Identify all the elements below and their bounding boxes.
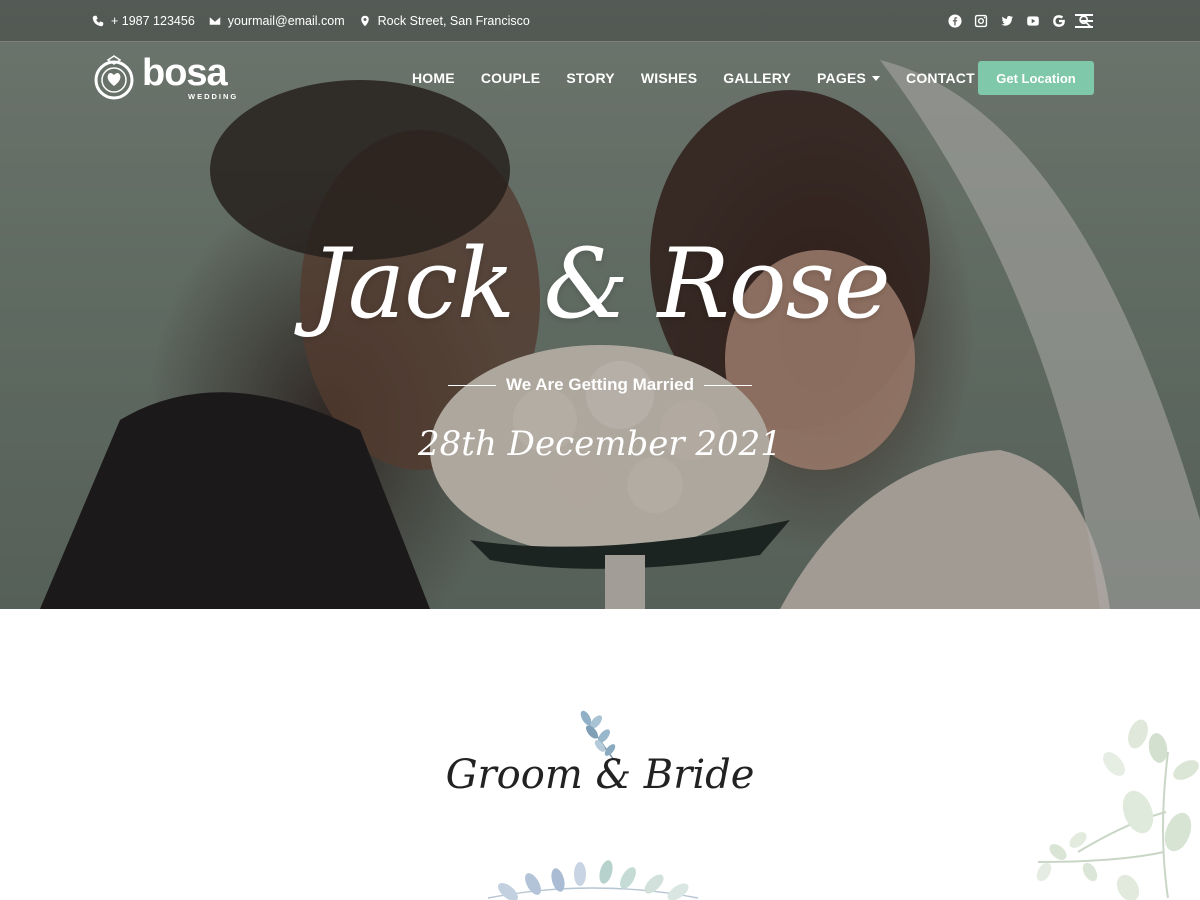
hero-subtitle-row: We Are Getting Married [0, 375, 1200, 395]
main-nav: HOME COUPLE STORY WISHES GALLERY PAGES C… [412, 70, 975, 86]
nav-story[interactable]: STORY [566, 70, 614, 86]
email-address: yourmail@email.com [227, 14, 345, 28]
hero-title: Jack & Rose [310, 228, 890, 340]
get-location-button[interactable]: Get Location [978, 61, 1094, 95]
instagram-icon[interactable] [973, 13, 988, 28]
logo-wordmark: bosa [142, 52, 228, 94]
street-address: Rock Street, San Francisco [377, 14, 530, 28]
hamburger-menu-icon[interactable] [1075, 14, 1093, 28]
leaf-garland-icon [487, 860, 699, 900]
nav-story-label: STORY [566, 70, 615, 86]
site-logo[interactable]: bosa WEDDING [92, 52, 236, 101]
nav-gallery[interactable]: GALLERY [723, 70, 791, 86]
divider-line [703, 384, 752, 386]
nav-home[interactable]: HOME [412, 70, 455, 86]
nav-contact[interactable]: CONTACT [906, 70, 975, 86]
youtube-icon[interactable] [1025, 13, 1040, 28]
logo-tagline: WEDDING [188, 92, 239, 101]
address-item[interactable]: Rock Street, San Francisco [359, 14, 530, 28]
eucalyptus-branch-icon [1036, 719, 1199, 900]
divider-line [448, 384, 496, 386]
top-info-bar: + 1987 123456 yourmail@email.com Rock St… [0, 0, 1200, 42]
nav-wishes[interactable]: WISHES [641, 70, 697, 86]
nav-pages[interactable]: PAGES [817, 70, 881, 86]
twitter-icon[interactable] [999, 13, 1014, 28]
nav-home-label: HOME [412, 70, 455, 86]
social-links [947, 13, 1092, 28]
map-marker-icon [360, 15, 369, 27]
email-item[interactable]: yourmail@email.com [209, 14, 345, 28]
phone-icon [92, 15, 104, 27]
google-icon[interactable] [1051, 13, 1066, 28]
nav-pages-label: PAGES [817, 70, 867, 86]
phone-number: + 1987 123456 [111, 14, 195, 28]
envelope-icon [209, 17, 221, 25]
hero-subtitle: We Are Getting Married [506, 375, 694, 394]
nav-contact-label: CONTACT [906, 70, 975, 86]
nav-gallery-label: GALLERY [723, 70, 792, 86]
contact-info: + 1987 123456 yourmail@email.com Rock St… [92, 14, 530, 28]
nav-wishes-label: WISHES [640, 70, 698, 86]
nav-couple[interactable]: COUPLE [481, 70, 541, 86]
ring-logo-icon [94, 55, 134, 100]
facebook-icon[interactable] [947, 13, 962, 28]
nav-couple-label: COUPLE [480, 70, 541, 86]
chevron-down-icon [872, 75, 881, 81]
wedding-date: 28th December 2021 [418, 424, 782, 464]
phone-item[interactable]: + 1987 123456 [92, 14, 195, 28]
